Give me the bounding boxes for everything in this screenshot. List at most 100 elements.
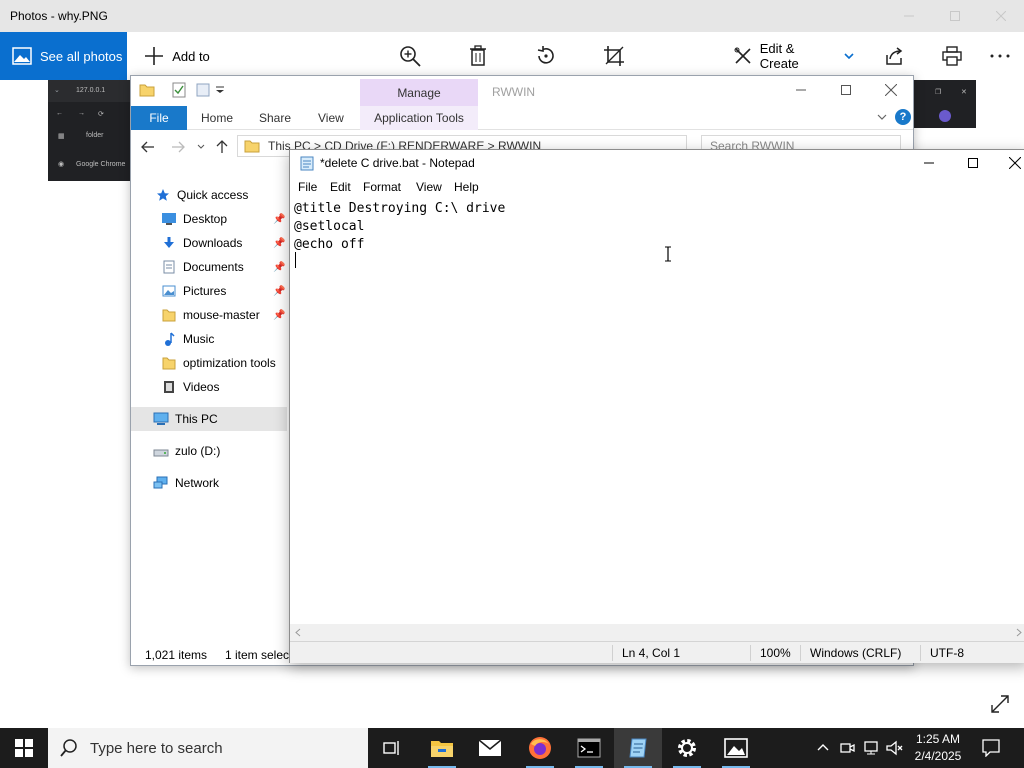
add-to-label: Add to [172, 48, 210, 64]
maximize-icon [950, 11, 960, 21]
gear-icon [678, 739, 696, 757]
pin-icon: 📌 [273, 261, 286, 273]
menu-help[interactable]: Help [454, 180, 479, 194]
notepad-icon [629, 738, 647, 758]
explorer-window-title: RWWIN [492, 85, 536, 99]
ribbon-tab-share[interactable]: Share [259, 111, 291, 125]
print-button[interactable] [934, 32, 970, 80]
forward-arrow-icon [172, 141, 185, 153]
pin-icon: 📌 [273, 237, 286, 249]
pin-icon: 📌 [273, 309, 286, 321]
edit-create-label: Edit & Create [759, 41, 799, 71]
manage-tab[interactable]: Manage [360, 79, 478, 106]
windows-logo-icon [15, 739, 33, 757]
nav-item-network[interactable]: Network [131, 471, 287, 495]
horizontal-scrollbar[interactable] [290, 624, 1024, 641]
fullscreen-button[interactable] [986, 690, 1014, 718]
volume-muted-icon [886, 740, 903, 756]
nav-item-quick-access[interactable]: Quick access [131, 183, 287, 207]
taskbar-search-box[interactable]: Type here to search [48, 728, 368, 768]
scroll-left-icon [295, 628, 301, 637]
nav-item-optimization-tools[interactable]: optimization tools [131, 351, 287, 375]
more-options-button[interactable] [982, 32, 1018, 80]
pin-icon: 📌 [273, 213, 286, 225]
nav-label: optimization tools [183, 356, 276, 370]
cursor-position: Ln 4, Col 1 [612, 645, 758, 661]
nav-item-downloads[interactable]: Downloads 📌 [131, 231, 287, 255]
firefox-icon [529, 737, 551, 759]
back-arrow-icon: ← [56, 110, 63, 117]
menu-view[interactable]: View [416, 180, 442, 194]
explorer-minimize-button[interactable] [786, 76, 816, 104]
taskbar-file-explorer[interactable] [418, 728, 466, 768]
nav-item-pictures[interactable]: Pictures 📌 [131, 279, 287, 303]
trash-icon [470, 45, 486, 66]
explorer-maximize-button[interactable] [831, 76, 861, 104]
menu-format[interactable]: Format [363, 180, 401, 194]
minimize-icon [924, 162, 934, 164]
edit-create-button[interactable]: Edit & Create [734, 32, 854, 80]
task-view-button[interactable] [368, 728, 416, 768]
nav-item-zulo-drive[interactable]: zulo (D:) [131, 439, 287, 463]
printer-icon [942, 46, 962, 66]
clock-time: 1:25 AM [915, 732, 961, 746]
ribbon-tab-view[interactable]: View [318, 111, 344, 125]
notepad-minimize-button[interactable] [914, 150, 944, 176]
notepad-titlebar: *delete C drive.bat - Notepad [290, 150, 1024, 176]
photos-maximize-button[interactable] [932, 0, 978, 32]
apps-grid-icon: ▦ [58, 133, 65, 140]
ibeam-cursor-icon [665, 246, 671, 262]
nav-item-videos[interactable]: Videos [131, 375, 287, 399]
nav-item-documents[interactable]: Documents 📌 [131, 255, 287, 279]
taskbar-settings[interactable] [663, 728, 711, 768]
taskbar-photos[interactable] [712, 728, 760, 768]
delete-button[interactable] [458, 32, 498, 80]
taskbar-mail[interactable] [466, 728, 514, 768]
nav-label: Desktop [183, 212, 228, 226]
see-all-photos-button[interactable]: See all photos [0, 32, 127, 80]
taskbar-firefox[interactable] [516, 728, 564, 768]
folder-icon [139, 84, 155, 97]
chevron-down-icon [844, 53, 854, 59]
taskbar-command-prompt[interactable] [565, 728, 613, 768]
crop-button[interactable] [594, 32, 634, 80]
document-icon [161, 259, 177, 275]
see-all-photos-label: See all photos [40, 48, 123, 64]
start-button[interactable] [0, 728, 48, 768]
notepad-maximize-button[interactable] [958, 150, 988, 176]
nav-item-mouse-master[interactable]: mouse-master 📌 [131, 303, 287, 327]
clock-date: 2/4/2025 [914, 749, 962, 763]
explorer-ribbon [131, 106, 913, 130]
folder-icon [161, 307, 177, 323]
forward-arrow-icon: → [78, 110, 85, 117]
taskbar-notepad[interactable] [614, 728, 662, 768]
add-to-button[interactable]: Add to [137, 32, 217, 80]
nav-item-music[interactable]: Music [131, 327, 287, 351]
zoom-in-icon [400, 46, 421, 67]
share-button[interactable] [876, 32, 912, 80]
close-icon [1009, 157, 1021, 169]
videos-icon [161, 379, 177, 395]
menu-file[interactable]: File [298, 180, 317, 194]
quick-access-dropdown-icon [216, 86, 224, 93]
nav-item-desktop[interactable]: Desktop 📌 [131, 207, 287, 231]
reload-icon: ⟳ [98, 111, 104, 118]
search-icon [60, 739, 77, 757]
nav-item-this-pc[interactable]: This PC [131, 407, 287, 431]
rotate-button[interactable] [526, 32, 566, 80]
explorer-close-button[interactable] [876, 76, 906, 104]
zoom-button[interactable] [390, 32, 430, 80]
notepad-close-button[interactable] [1002, 150, 1024, 176]
ribbon-tab-application-tools[interactable]: Application Tools [360, 106, 478, 130]
nav-label: zulo (D:) [175, 444, 221, 458]
help-icon[interactable]: ? [895, 109, 911, 125]
system-clock[interactable]: 1:25 AM 2/4/2025 [906, 731, 970, 765]
photos-minimize-button[interactable] [886, 0, 932, 32]
ribbon-tab-home[interactable]: Home [201, 111, 233, 125]
notepad-text-area[interactable]: @title Destroying C:\ drive @setlocal @e… [290, 198, 1024, 624]
recent-locations-icon [197, 144, 205, 149]
encoding: UTF-8 [920, 645, 1024, 661]
ribbon-tab-file[interactable]: File [131, 106, 187, 130]
photos-close-button[interactable] [978, 0, 1024, 32]
menu-edit[interactable]: Edit [330, 180, 351, 194]
